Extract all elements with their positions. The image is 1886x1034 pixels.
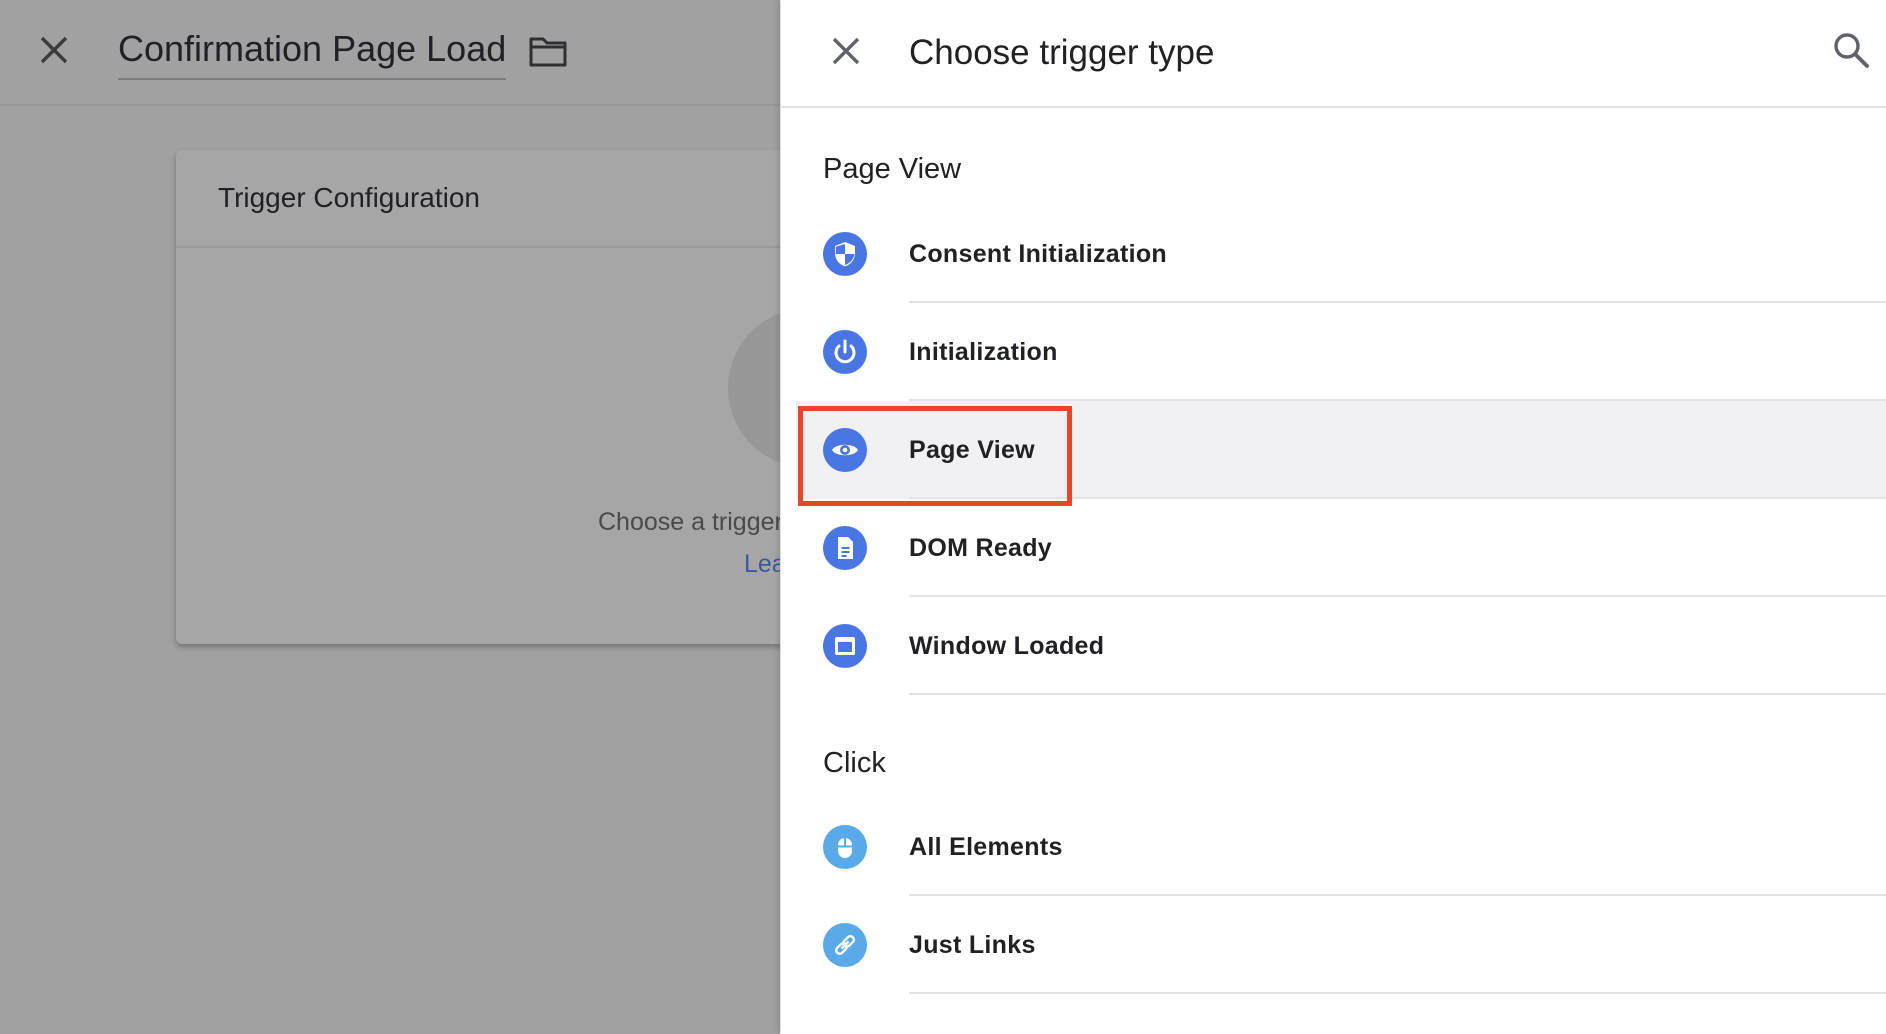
mouse-icon	[823, 825, 867, 869]
trigger-item-label: Initialization	[909, 338, 1058, 366]
trigger-item-just-links[interactable]: Just Links	[796, 896, 1886, 994]
trigger-item-label: DOM Ready	[909, 534, 1053, 562]
choose-trigger-hint: Choose a trigger	[598, 508, 780, 536]
trigger-name-field[interactable]: Confirmation Page Load	[118, 28, 507, 80]
power-icon	[823, 330, 867, 374]
close-icon[interactable]	[825, 30, 867, 72]
divider	[909, 992, 1886, 994]
section-title-click: Click	[823, 747, 886, 779]
shield-icon	[823, 232, 867, 276]
learn-more-link[interactable]: Lea	[744, 550, 780, 579]
panel-header: Choose trigger type	[781, 0, 1886, 108]
editor-top-bar: Confirmation Page Load	[0, 0, 780, 106]
trigger-configuration-card: Trigger Configuration Choose a trigger L…	[176, 150, 780, 644]
folder-icon[interactable]	[528, 34, 568, 68]
search-icon[interactable]	[1831, 30, 1871, 70]
trigger-editor-background: Confirmation Page Load Trigger Configura…	[0, 0, 780, 1034]
document-icon	[823, 526, 867, 570]
window-icon	[823, 624, 867, 668]
trigger-item-label: Window Loaded	[909, 632, 1105, 660]
trigger-item-dom-ready[interactable]: DOM Ready	[796, 499, 1886, 597]
trigger-item-label: Consent Initialization	[909, 240, 1167, 268]
panel-title: Choose trigger type	[909, 33, 1215, 72]
trigger-item-consent-initialization[interactable]: Consent Initialization	[796, 205, 1886, 303]
trigger-item-all-elements[interactable]: All Elements	[796, 798, 1886, 896]
highlight-annotation-box	[798, 406, 1072, 506]
card-header: Trigger Configuration	[176, 150, 780, 248]
trigger-item-window-loaded[interactable]: Window Loaded	[796, 597, 1886, 695]
close-icon[interactable]	[34, 30, 74, 70]
trigger-item-label: Just Links	[909, 931, 1036, 959]
section-title-page-view: Page View	[823, 153, 962, 185]
link-icon	[823, 923, 867, 967]
choose-trigger-type-panel: Choose trigger type Page View Consent In…	[781, 0, 1886, 1034]
trigger-item-label: All Elements	[909, 833, 1063, 861]
trigger-placeholder-icon[interactable]	[728, 308, 780, 468]
trigger-item-initialization[interactable]: Initialization	[796, 303, 1886, 401]
card-title: Trigger Configuration	[218, 182, 480, 213]
divider	[909, 693, 1886, 695]
